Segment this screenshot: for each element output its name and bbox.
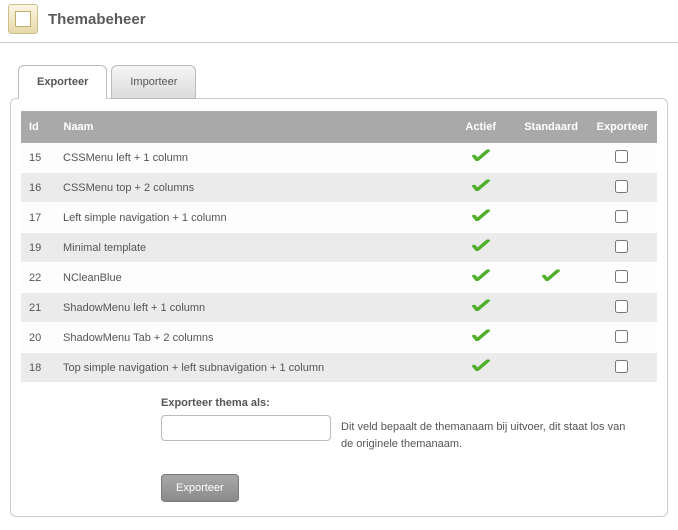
export-checkbox[interactable] bbox=[615, 360, 628, 373]
cell-id: 22 bbox=[21, 263, 55, 293]
export-submit-button[interactable]: Exporteer bbox=[161, 474, 239, 502]
col-header-export: Exporteer bbox=[587, 111, 657, 143]
check-icon bbox=[471, 239, 491, 253]
export-form: Exporteer thema als: Dit veld bepaalt de… bbox=[21, 397, 657, 502]
cell-name: ShadowMenu Tab + 2 columns bbox=[55, 323, 446, 353]
export-panel: Id Naam Actief Standaard Exporteer 15 CS… bbox=[10, 98, 668, 517]
col-header-name: Naam bbox=[55, 111, 446, 143]
cell-default bbox=[516, 233, 587, 263]
table-row: 15 CSSMenu left + 1 column bbox=[21, 143, 657, 173]
tab-export[interactable]: Exporteer bbox=[18, 65, 107, 99]
check-icon bbox=[471, 329, 491, 343]
cell-id: 18 bbox=[21, 353, 55, 383]
cell-default bbox=[516, 143, 587, 173]
cell-default bbox=[516, 293, 587, 323]
cell-export bbox=[587, 173, 657, 203]
cell-name: ShadowMenu left + 1 column bbox=[55, 293, 446, 323]
tab-import[interactable]: Importeer bbox=[111, 65, 196, 99]
cell-name: Minimal template bbox=[55, 233, 446, 263]
cell-export bbox=[587, 143, 657, 173]
export-name-label: Exporteer thema als: bbox=[161, 397, 637, 409]
table-row: 20 ShadowMenu Tab + 2 columns bbox=[21, 323, 657, 353]
table-row: 21 ShadowMenu left + 1 column bbox=[21, 293, 657, 323]
cell-name: CSSMenu left + 1 column bbox=[55, 143, 446, 173]
page-header: Themabeheer bbox=[0, 0, 678, 43]
themes-table: Id Naam Actief Standaard Exporteer 15 CS… bbox=[21, 111, 657, 383]
cell-export bbox=[587, 293, 657, 323]
cell-name: Left simple navigation + 1 column bbox=[55, 203, 446, 233]
cell-name: Top simple navigation + left subnavigati… bbox=[55, 353, 446, 383]
cell-active bbox=[446, 263, 516, 293]
cell-active bbox=[446, 323, 516, 353]
cell-name: NCleanBlue bbox=[55, 263, 446, 293]
cell-name: CSSMenu top + 2 columns bbox=[55, 173, 446, 203]
export-checkbox[interactable] bbox=[615, 210, 628, 223]
table-row: 19 Minimal template bbox=[21, 233, 657, 263]
cell-active bbox=[446, 143, 516, 173]
export-checkbox[interactable] bbox=[615, 150, 628, 163]
table-row: 22 NCleanBlue bbox=[21, 263, 657, 293]
check-icon bbox=[471, 359, 491, 373]
cell-id: 16 bbox=[21, 173, 55, 203]
check-icon bbox=[471, 269, 491, 283]
cell-export bbox=[587, 263, 657, 293]
export-checkbox[interactable] bbox=[615, 180, 628, 193]
export-checkbox[interactable] bbox=[615, 270, 628, 283]
cell-active bbox=[446, 233, 516, 263]
cell-default bbox=[516, 203, 587, 233]
cell-default bbox=[516, 173, 587, 203]
export-checkbox[interactable] bbox=[615, 330, 628, 343]
tab-bar: Exporteer Importeer bbox=[18, 65, 678, 99]
table-row: 17 Left simple navigation + 1 column bbox=[21, 203, 657, 233]
themes-icon bbox=[8, 4, 38, 34]
cell-export bbox=[587, 323, 657, 353]
cell-export bbox=[587, 353, 657, 383]
page-title: Themabeheer bbox=[48, 11, 146, 28]
cell-default bbox=[516, 323, 587, 353]
cell-active bbox=[446, 173, 516, 203]
cell-export bbox=[587, 233, 657, 263]
export-name-help: Dit veld bepaalt de themanaam bij uitvoe… bbox=[341, 415, 637, 452]
cell-active bbox=[446, 293, 516, 323]
cell-id: 17 bbox=[21, 203, 55, 233]
table-row: 16 CSSMenu top + 2 columns bbox=[21, 173, 657, 203]
cell-id: 20 bbox=[21, 323, 55, 353]
col-header-active: Actief bbox=[446, 111, 516, 143]
export-checkbox[interactable] bbox=[615, 300, 628, 313]
check-icon bbox=[471, 299, 491, 313]
cell-default bbox=[516, 263, 587, 293]
export-name-input[interactable] bbox=[161, 415, 331, 441]
check-icon bbox=[471, 149, 491, 163]
col-header-default: Standaard bbox=[516, 111, 587, 143]
cell-id: 15 bbox=[21, 143, 55, 173]
check-icon bbox=[541, 269, 561, 283]
table-row: 18 Top simple navigation + left subnavig… bbox=[21, 353, 657, 383]
col-header-id: Id bbox=[21, 111, 55, 143]
cell-id: 19 bbox=[21, 233, 55, 263]
cell-id: 21 bbox=[21, 293, 55, 323]
cell-default bbox=[516, 353, 587, 383]
cell-active bbox=[446, 203, 516, 233]
check-icon bbox=[471, 209, 491, 223]
export-checkbox[interactable] bbox=[615, 240, 628, 253]
cell-active bbox=[446, 353, 516, 383]
cell-export bbox=[587, 203, 657, 233]
check-icon bbox=[471, 179, 491, 193]
